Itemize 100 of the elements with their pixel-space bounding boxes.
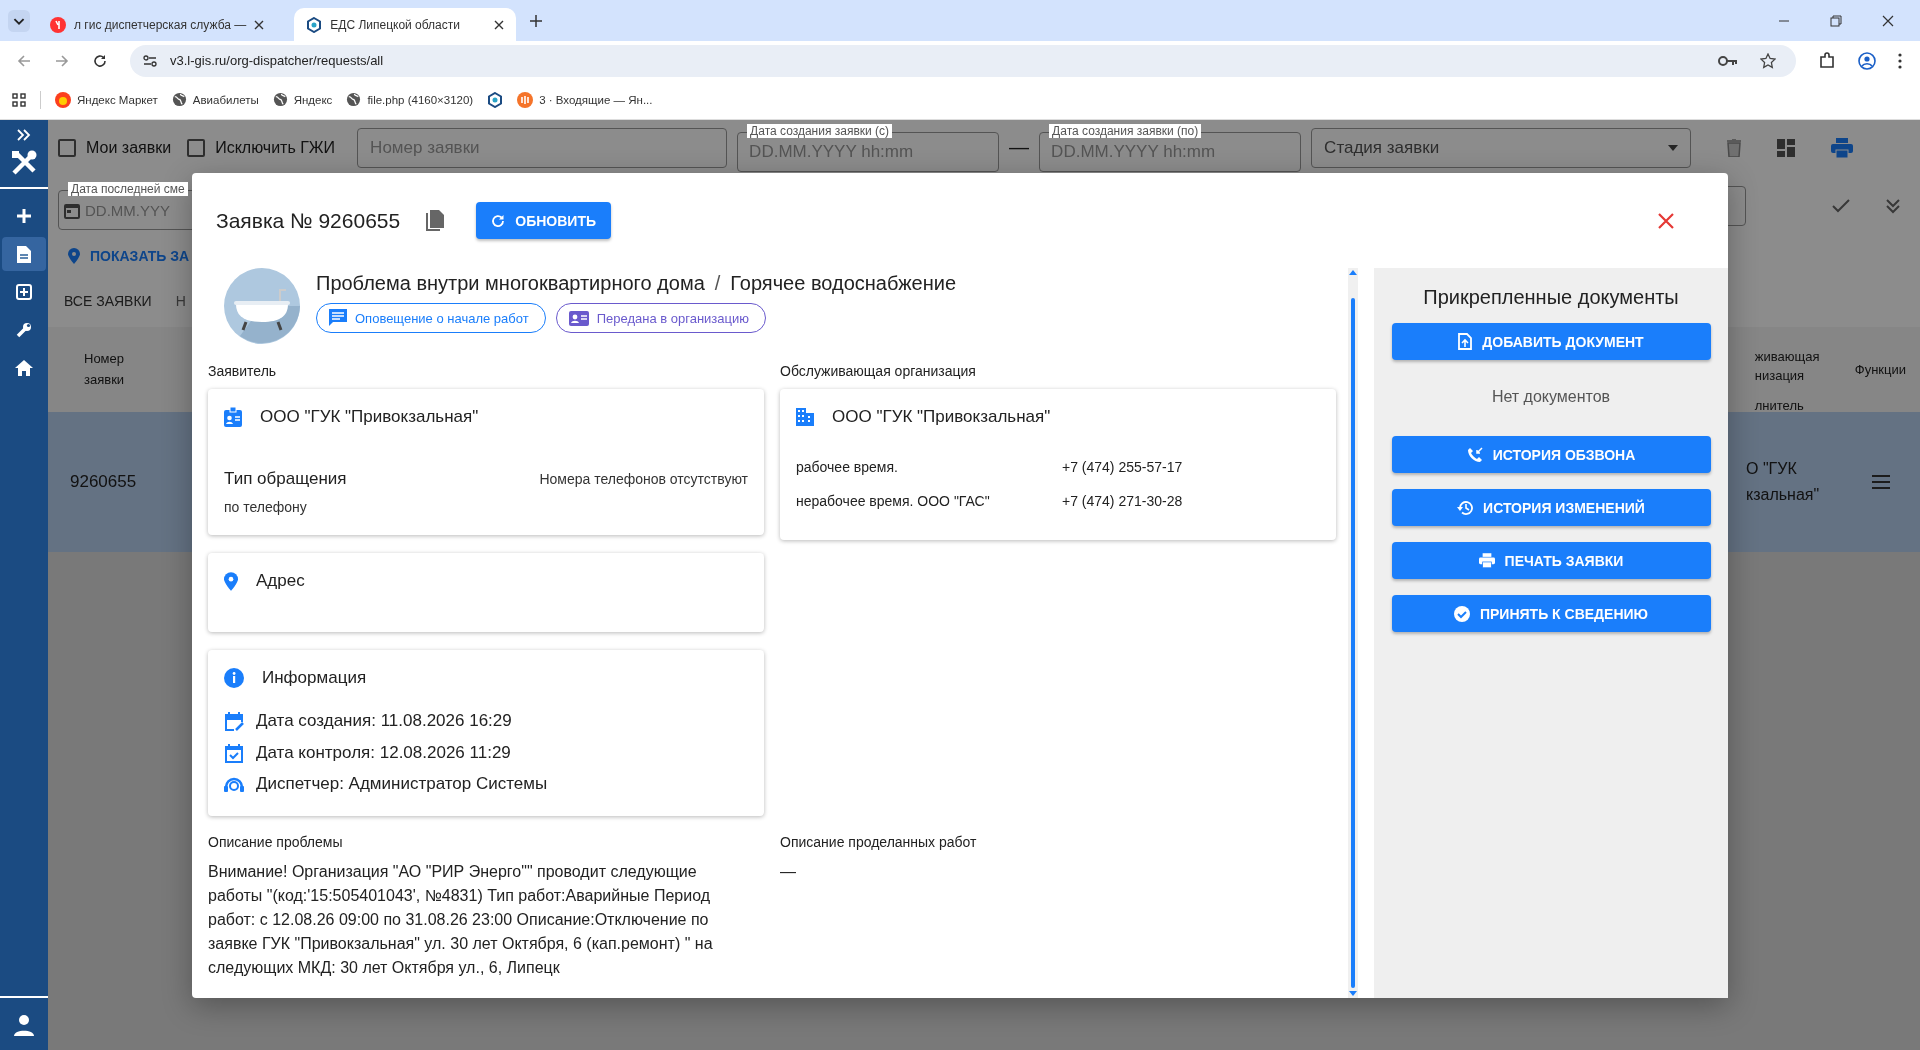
plus-icon — [16, 208, 32, 224]
message-icon — [329, 309, 347, 327]
check-icon[interactable] — [1832, 199, 1850, 213]
empty-text: Нет документов — [1491, 388, 1611, 406]
bookmark[interactable]: 3 · Входящие — Ян... — [517, 91, 653, 108]
bookmark[interactable]: file.php (4160×3120) — [346, 92, 474, 107]
double-chevron-icon[interactable] — [1886, 198, 1900, 214]
print-icon — [1478, 553, 1495, 568]
wrench-icon — [16, 322, 32, 338]
close-icon[interactable] — [1882, 14, 1894, 27]
user-icon[interactable] — [13, 1014, 35, 1036]
dialog-title: Заявка № 9260655 — [216, 208, 401, 233]
tab-title: л гис диспетчерская служба — — [74, 17, 247, 32]
section-label: Описание проблемы — [208, 834, 344, 850]
refresh-icon — [491, 213, 506, 228]
info-text: Диспетчер: Администратор Системы — [256, 774, 548, 795]
sidebar-item[interactable] — [2, 237, 46, 271]
list-tab[interactable]: ВСЕ ЗАЯВКИ — [64, 293, 152, 309]
apps-icon[interactable] — [12, 92, 26, 107]
browser-tab[interactable]: л гис диспетчерская служба — — [38, 8, 277, 41]
mail-icon — [517, 91, 534, 108]
subcategory-title: Горячее водоснабжение — [730, 272, 956, 295]
column-header: живающая низация — [1754, 347, 1821, 385]
separator-slash: / — [714, 272, 721, 295]
scroll-down-icon[interactable] — [1349, 991, 1357, 996]
globe-icon — [272, 92, 288, 107]
site-settings-icon[interactable] — [142, 52, 158, 69]
close-icon[interactable] — [254, 19, 265, 30]
date-from-field[interactable]: Дата создания заявки (с) DD.MM.YYYY hh:mm — [737, 123, 1000, 172]
info-title: Информация — [262, 667, 367, 688]
request-type-value: по телефону — [224, 499, 308, 515]
close-icon[interactable] — [494, 19, 505, 30]
calendar-check-icon — [224, 742, 244, 763]
scrollbar[interactable] — [1348, 268, 1358, 998]
back-icon[interactable] — [16, 52, 32, 69]
action-button[interactable]: ПЕЧАТЬ ЗАЯВКИ — [1391, 542, 1711, 579]
bookmark[interactable]: Яндекс — [272, 92, 333, 107]
print-icon[interactable] — [1831, 137, 1854, 158]
new-tab-icon[interactable] — [530, 14, 543, 27]
globe-icon — [346, 92, 362, 107]
action-button[interactable]: ИСТОРИЯ ОБЗВОНА — [1391, 436, 1711, 473]
refresh-button[interactable]: ОБНОВИТЬ — [476, 202, 612, 239]
calendar-icon — [64, 201, 80, 219]
work-description: — — [780, 862, 797, 882]
request-type-label: Тип обращения — [224, 469, 347, 489]
phone-number: +7 (474) 255-57-17 — [1062, 459, 1183, 475]
menu-icon[interactable] — [1898, 52, 1902, 69]
list-tab[interactable]: Н — [175, 293, 186, 309]
grid-icon[interactable] — [1777, 138, 1796, 157]
checkbox[interactable]: Мои заявки — [58, 138, 172, 157]
delete-icon[interactable] — [1727, 138, 1742, 157]
market-icon — [55, 91, 71, 108]
table-cell: 9260655 — [70, 472, 137, 492]
date-to-field[interactable]: Дата создания заявки (по) DD.MM.YYYY hh:mm — [1039, 123, 1302, 172]
action-button[interactable]: ИСТОРИЯ ИЗМЕНЕНИЙ — [1391, 489, 1711, 526]
building-icon — [796, 408, 814, 426]
table-cell-text: О "ГУК кзальная" — [1746, 459, 1821, 505]
expand-icon[interactable] — [17, 129, 31, 141]
tab-list-icon[interactable] — [8, 9, 30, 32]
copy-icon[interactable] — [426, 210, 445, 231]
yandex-icon — [50, 16, 66, 33]
tools-icon[interactable] — [10, 149, 38, 177]
pin-icon — [224, 571, 238, 591]
id-card-icon — [568, 310, 589, 326]
action-button[interactable]: ПРИНЯТЬ К СВЕДЕНИЮ — [1391, 595, 1711, 632]
document-icon — [17, 245, 31, 263]
contact-label: нерабочее время. ООО "ГАС" — [796, 493, 991, 509]
url-text: v3.l-gis.ru/org-dispatcher/requests/all — [170, 53, 384, 68]
star-icon[interactable] — [1760, 52, 1776, 69]
panel-title: Прикрепленные документы — [1423, 286, 1679, 309]
history-icon — [1457, 499, 1474, 516]
bookmark[interactable]: Авиабилеты — [171, 92, 259, 107]
stage-select[interactable]: Стадия заявки — [1311, 127, 1692, 168]
browser-tab[interactable]: ЕДС Липецкой области — [294, 8, 517, 41]
site-icon — [487, 91, 504, 108]
address-bar[interactable]: v3.l-gis.ru/org-dispatcher/requests/all — [130, 44, 1796, 77]
extensions-icon[interactable] — [1818, 51, 1836, 70]
column-subheader: лнитель — [1754, 397, 1805, 413]
bookmark-label: Яндекс — [293, 93, 333, 106]
range-dash: — — [1009, 136, 1030, 159]
address-title: Адрес — [256, 571, 305, 591]
calendar-edit-icon — [224, 711, 244, 732]
info-text: Дата контроля: 12.08.2026 11:29 — [256, 742, 511, 763]
key-icon[interactable] — [1718, 54, 1738, 67]
profile-icon[interactable] — [1858, 51, 1876, 70]
bookmark[interactable]: Яндекс Маркет — [55, 91, 158, 108]
forward-icon[interactable] — [54, 52, 70, 69]
bookmark-label: 3 · Входящие — Ян... — [539, 93, 653, 106]
add-document-button[interactable]: ДОБАВИТЬ ДОКУМЕНТ — [1391, 323, 1711, 360]
phones-text: Номера телефонов отсутствуют — [539, 471, 748, 487]
applicant-name: ООО "ГУК "Привокзальная" — [260, 407, 479, 427]
pin-icon — [68, 248, 80, 264]
bookmark[interactable] — [487, 91, 504, 108]
section-label: Обслуживающая организация — [780, 363, 977, 379]
tab-title: ЕДС Липецкой области — [330, 17, 461, 32]
checkbox[interactable]: Исключить ГЖИ — [187, 138, 336, 157]
reload-icon[interactable] — [92, 52, 108, 69]
info-text: Дата создания: 11.08.2026 16:29 — [256, 711, 512, 732]
restore-icon[interactable] — [1830, 14, 1842, 27]
column-header: Функции — [1854, 362, 1906, 377]
